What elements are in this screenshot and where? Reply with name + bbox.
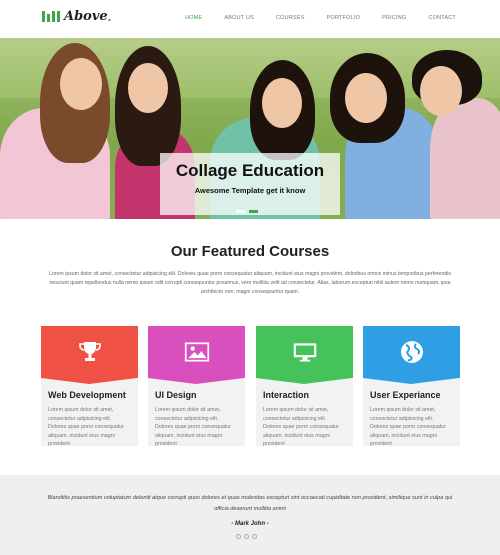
testimonial-section: Blanditiis praesentium voluptatum deleni… <box>0 475 500 555</box>
header: Above. HOME ABOUT US COURSES PORTFOLIO P… <box>0 0 500 38</box>
nav-item-contact[interactable]: CONTACT <box>428 15 456 21</box>
testimonial-quote: Blanditiis praesentium voluptatum deleni… <box>47 495 453 512</box>
hero-dot-1[interactable] <box>236 210 245 213</box>
course-card-web-development[interactable]: Web Development Lorem ipsum dolor sit am… <box>41 326 138 448</box>
logo-text: Above <box>64 9 108 24</box>
testimonial-pagination <box>236 534 257 539</box>
section-title: Our Featured Courses <box>170 243 330 260</box>
testimonial-dot-3[interactable] <box>252 534 257 539</box>
card-header <box>41 326 138 384</box>
testimonial-dot-1[interactable] <box>236 534 241 539</box>
logo[interactable]: Above. <box>42 9 111 24</box>
card-header <box>363 326 460 384</box>
nav-item-courses[interactable]: COURSES <box>276 15 305 21</box>
nav-item-home[interactable]: HOME <box>185 15 202 21</box>
card-text: Lorem ipsum dolor sit amet, consectetur … <box>48 407 124 448</box>
hero-pagination <box>236 210 258 213</box>
nav-item-about-us[interactable]: ABOUT US <box>224 15 254 21</box>
card-header <box>256 326 353 384</box>
card-text: Lorem ipsum dolor sit amet, consectetur … <box>263 407 339 448</box>
hero-slider: Collage Education Awesome Template get i… <box>0 38 500 219</box>
course-card-interaction[interactable]: Interaction Lorem ipsum dolor sit amet, … <box>256 326 353 448</box>
image-icon <box>184 340 210 364</box>
card-text: Lorem ipsum dolor sit amet, consectetur … <box>155 407 231 448</box>
main-nav: HOME ABOUT US COURSES PORTFOLIO PRICING … <box>163 15 456 21</box>
card-title: Interaction <box>263 390 310 400</box>
section-description: Lorem ipsum dolor sit amet, consectetur … <box>49 271 451 295</box>
card-text: Lorem ipsum dolor sit amet, consectetur … <box>370 407 446 448</box>
hero-subtitle: Awesome Template get it know <box>194 186 306 195</box>
course-card-ui-design[interactable]: UI Design Lorem ipsum dolor sit amet, co… <box>148 326 245 448</box>
testimonial-dot-2[interactable] <box>244 534 249 539</box>
nav-item-pricing[interactable]: PRICING <box>382 15 406 21</box>
card-header <box>148 326 245 384</box>
hero-title: Collage Education <box>175 161 325 180</box>
course-card-user-experiance[interactable]: User Experiance Lorem ipsum dolor sit am… <box>363 326 460 448</box>
card-title: UI Design <box>155 390 197 400</box>
nav-item-portfolio[interactable]: PORTFOLIO <box>327 15 360 21</box>
monitor-icon <box>292 340 318 364</box>
globe-icon <box>399 340 425 364</box>
card-title: Web Development <box>48 390 126 400</box>
card-title: User Experiance <box>370 390 441 400</box>
hero-dot-2[interactable] <box>249 210 258 213</box>
hero-caption: Collage Education Awesome Template get i… <box>160 153 340 215</box>
testimonial-author: - Mark John - <box>231 521 269 527</box>
trophy-icon <box>77 340 103 364</box>
logo-mark-icon <box>42 11 60 22</box>
